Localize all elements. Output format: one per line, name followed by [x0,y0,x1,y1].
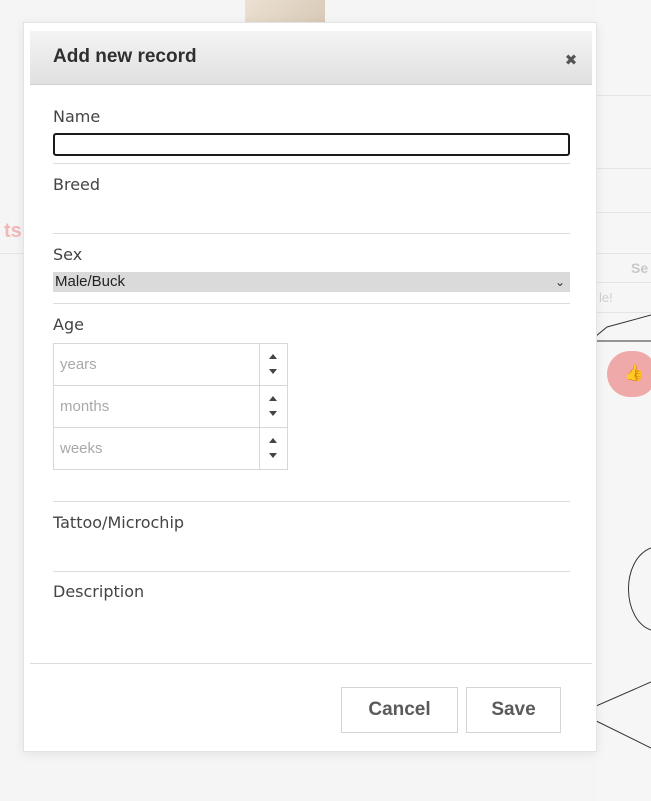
sex-field-group: Sex Male/Buck ⌄ [53,245,570,304]
months-stepper[interactable]: months [53,385,288,428]
tattoo-input[interactable] [53,537,570,567]
dialog-header: Add new record ✖ [30,31,592,85]
weeks-placeholder: weeks [60,440,103,457]
increment-arrow-icon[interactable] [269,438,277,443]
name-input[interactable] [53,133,570,156]
breed-label: Breed [53,175,101,194]
name-field-group: Name [53,107,570,164]
years-spin-buttons[interactable] [259,344,287,385]
decrement-arrow-icon[interactable] [269,411,277,416]
save-button[interactable]: Save [466,687,561,733]
sex-label: Sex [53,245,83,264]
description-label: Description [53,582,145,601]
breed-field-group: Breed [53,175,570,234]
dialog-footer-divider [30,663,592,664]
description-field-group: Description [53,582,570,642]
age-label: Age [53,315,84,334]
weeks-spin-buttons[interactable] [259,428,287,469]
increment-arrow-icon[interactable] [269,354,277,359]
tattoo-field-group: Tattoo/Microchip [53,513,570,572]
breed-input[interactable] [53,199,570,229]
name-label: Name [53,107,101,126]
sex-select[interactable]: Male/Buck ⌄ [53,272,570,292]
description-input[interactable] [53,606,570,638]
months-placeholder: months [60,398,110,415]
decrement-arrow-icon[interactable] [269,453,277,458]
dialog-title: Add new record [53,46,197,67]
close-icon[interactable]: ✖ [563,52,579,68]
cancel-button[interactable]: Cancel [341,687,458,733]
add-record-dialog: Add new record ✖ Name Breed Sex Male/Buc… [23,22,597,752]
sex-selected-value: Male/Buck [55,273,126,290]
weeks-stepper[interactable]: weeks [53,427,288,470]
decrement-arrow-icon[interactable] [269,369,277,374]
years-placeholder: years [60,356,97,373]
chevron-down-icon: ⌄ [554,275,565,289]
age-field-group: Age years months weeks [53,315,570,502]
years-stepper[interactable]: years [53,343,288,386]
tattoo-label: Tattoo/Microchip [53,513,185,532]
months-spin-buttons[interactable] [259,386,287,427]
increment-arrow-icon[interactable] [269,396,277,401]
